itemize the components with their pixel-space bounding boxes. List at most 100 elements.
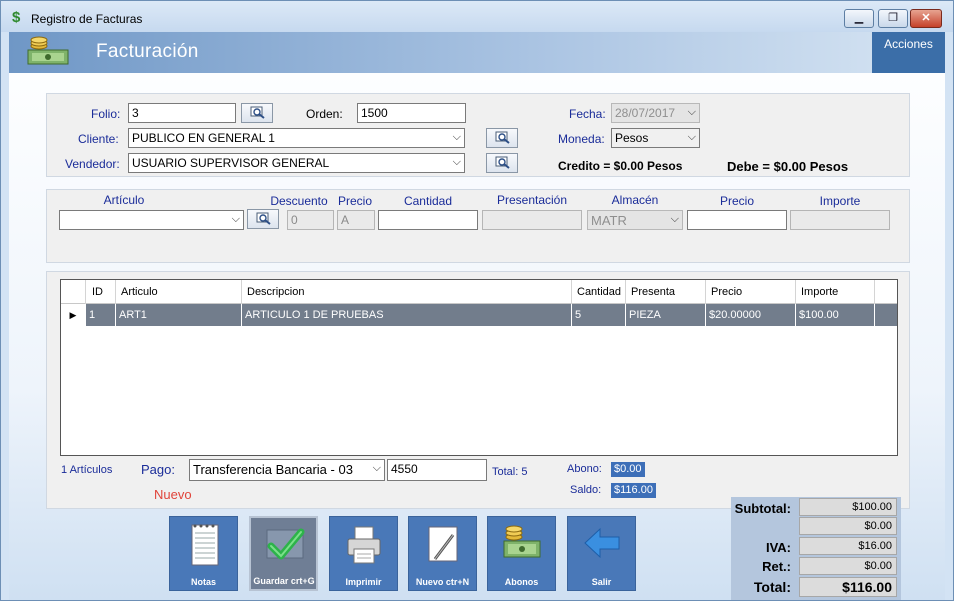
chevron-down-icon: ⌵ [372, 462, 381, 474]
importe-input[interactable] [790, 210, 890, 230]
almacen-value: MATR [591, 213, 627, 228]
fecha-picker[interactable]: 28/07/2017 ⌵ [611, 103, 700, 123]
moneda-value: Pesos [615, 131, 649, 145]
salir-label: Salir [591, 577, 612, 587]
abono-label: Abono: [567, 463, 602, 475]
cliente-label: Cliente: [78, 132, 119, 146]
almacen-select[interactable]: MATR ⌵ [587, 210, 683, 230]
importe-header: Importe [819, 194, 861, 208]
chevron-down-icon: ⌵ [452, 131, 461, 143]
subtotal-value: $100.00 [799, 498, 897, 516]
pago-label: Pago: [141, 462, 175, 477]
subtotal-label: Subtotal: [734, 501, 791, 516]
table-row[interactable]: ▶ 1 ART1 ARTICULO 1 DE PRUEBAS 5 PIEZA $… [61, 304, 897, 326]
guardar-label: Guardar crt+G [253, 576, 315, 586]
articulos-count: 1 Artículos [61, 464, 113, 476]
total-count: Total: 5 [492, 466, 528, 478]
acciones-menu[interactable]: Acciones [872, 32, 945, 73]
precio-header: Precio [337, 194, 372, 208]
articulo-select[interactable]: ⌵ [59, 210, 244, 230]
back-arrow-icon [584, 527, 620, 559]
cell-id: 1 [86, 304, 116, 326]
col-articulo[interactable]: Articulo [116, 280, 242, 304]
col-descripcion[interactable]: Descripcion [242, 280, 572, 304]
chevron-down-icon: ⌵ [687, 106, 696, 118]
precio-type-input[interactable]: A [337, 210, 375, 230]
minimize-button[interactable]: ▁ [844, 9, 874, 28]
orden-input[interactable]: 1500 [357, 103, 466, 123]
cell-importe: $100.00 [796, 304, 875, 326]
vendedor-select[interactable]: USUARIO SUPERVISOR GENERAL ⌵ [128, 153, 465, 173]
col-precio[interactable]: Precio [706, 280, 796, 304]
items-grid[interactable]: ID Articulo Descripcion Cantidad Present… [60, 279, 898, 456]
content-area: Folio: 3 Orden: 1500 Cliente: PUBLICO EN… [9, 73, 945, 600]
almacen-header: Almacén [611, 193, 659, 207]
presentacion-input[interactable] [482, 210, 582, 230]
notepad-icon [191, 524, 219, 566]
search-icon [495, 131, 510, 144]
search-icon [495, 156, 510, 169]
col-importe[interactable]: Importe [796, 280, 875, 304]
maximize-button[interactable]: ❐ [878, 9, 908, 28]
vendedor-label: Vendedor: [65, 157, 120, 171]
descuento-input[interactable]: 0 [287, 210, 334, 230]
grid-header-marker [61, 280, 86, 304]
imprimir-button[interactable]: Imprimir [329, 516, 398, 591]
nuevo-status: Nuevo [154, 487, 192, 502]
row-selector-icon[interactable]: ▶ [61, 304, 86, 326]
pago-referencia-input[interactable]: 4550 [387, 459, 487, 481]
col-presenta[interactable]: Presenta [626, 280, 706, 304]
iva-label: IVA: [765, 540, 791, 555]
credito-text: Credito = $0.00 Pesos [558, 159, 683, 173]
notas-button[interactable]: Notas [169, 516, 238, 591]
articulo-search-button[interactable] [247, 209, 279, 229]
cantidad-input[interactable] [378, 210, 478, 230]
invoice-window: $ Registro de Facturas ▁ ❐ ✕ Facturación… [0, 0, 954, 601]
grid-header: ID Articulo Descripcion Cantidad Present… [61, 280, 897, 304]
articulo-header: Artículo [103, 193, 145, 207]
salir-button[interactable]: Salir [567, 516, 636, 591]
vendedor-value: USUARIO SUPERVISOR GENERAL [132, 156, 330, 170]
col-cantidad[interactable]: Cantidad [572, 280, 626, 304]
saldo-value: $116.00 [611, 483, 656, 498]
abono-value: $0.00 [611, 462, 645, 477]
notas-label: Notas [190, 577, 216, 587]
nuevo-button[interactable]: Nuevo ctr+N [408, 516, 477, 591]
close-button[interactable]: ✕ [910, 9, 942, 28]
folio-input[interactable]: 3 [128, 103, 236, 123]
cliente-select[interactable]: PUBLICO EN GENERAL 1 ⌵ [128, 128, 465, 148]
vendedor-search-button[interactable] [486, 153, 518, 173]
cliente-value: PUBLICO EN GENERAL 1 [132, 131, 275, 145]
ret-label: Ret.: [762, 559, 791, 574]
printer-icon [347, 526, 381, 564]
moneda-select[interactable]: Pesos ⌵ [611, 128, 700, 148]
new-document-icon [428, 526, 458, 562]
cell-descripcion: ARTICULO 1 DE PRUEBAS [242, 304, 572, 326]
search-icon [250, 106, 265, 119]
dollar-app-icon: $ [12, 9, 21, 26]
debe-text: Debe = $0.00 Pesos [727, 159, 849, 174]
cell-cantidad: 5 [572, 304, 626, 326]
col-id[interactable]: ID [86, 280, 116, 304]
cliente-search-button[interactable] [486, 128, 518, 148]
descuento-header: Descuento [270, 194, 328, 208]
guardar-button[interactable]: Guardar crt+G [249, 516, 318, 591]
window-title: Registro de Facturas [31, 12, 143, 26]
pago-value: Transferencia Bancaria - 03 [193, 462, 353, 477]
iva-value: $16.00 [799, 537, 897, 555]
ret-value: $0.00 [799, 557, 897, 575]
chevron-down-icon: ⌵ [670, 213, 679, 225]
precio-unit-input[interactable] [687, 210, 787, 230]
chevron-down-icon: ⌵ [452, 156, 461, 168]
total-value: $116.00 [799, 577, 897, 597]
page-title: Facturación [96, 41, 199, 62]
abonos-button[interactable]: Abonos [487, 516, 556, 591]
precio-unit-header: Precio [719, 194, 754, 208]
money-icon [503, 525, 541, 558]
checkmark-icon [266, 528, 305, 560]
nuevo-label: Nuevo ctr+N [415, 577, 470, 587]
fecha-label: Fecha: [569, 107, 606, 121]
folio-search-button[interactable] [241, 103, 273, 123]
cantidad-header: Cantidad [403, 194, 453, 208]
pago-select[interactable]: Transferencia Bancaria - 03 ⌵ [189, 459, 385, 481]
